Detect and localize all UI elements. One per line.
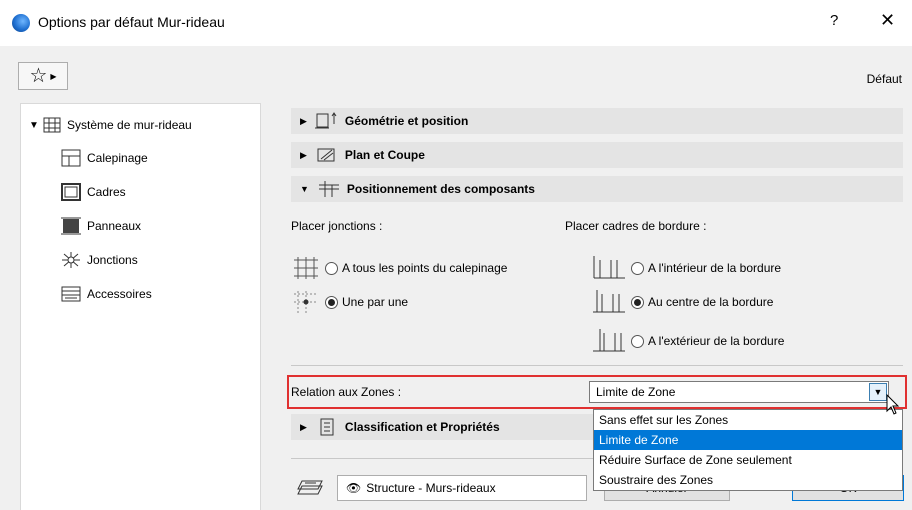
zones-relation-row: Relation aux Zones : Limite de Zone ▼ — [287, 375, 907, 409]
sidebar-item-cadres[interactable]: Cadres — [61, 181, 126, 203]
border-option-label: A l'extérieur de la bordure — [648, 334, 785, 348]
radio-outside-border[interactable] — [631, 334, 644, 348]
border-option-label: A l'intérieur de la bordure — [648, 261, 782, 275]
default-label: Défaut — [866, 72, 902, 86]
divider — [291, 365, 903, 366]
radio-all-points[interactable] — [325, 261, 338, 275]
zones-relation-value: Limite de Zone — [596, 385, 676, 399]
favorites-button[interactable]: ☆ ▶ — [18, 62, 68, 90]
layer-select[interactable]: 👁 Structure - Murs-rideaux — [337, 475, 587, 501]
junction-option-label: A tous les points du calepinage — [342, 261, 508, 275]
chevron-down-icon: ▼ — [29, 119, 39, 131]
geometry-icon — [314, 112, 337, 129]
section-positioning-title: Positionnement des composants — [346, 182, 535, 196]
radio-inside-border[interactable] — [631, 261, 644, 275]
window-title: Options par défaut Mur-rideau — [38, 14, 225, 30]
grid-scheme-icon — [61, 149, 81, 167]
eye-icon: 👁 — [346, 481, 362, 495]
close-button[interactable]: ✕ — [880, 10, 895, 31]
sidebar-item-label: Jonctions — [87, 253, 138, 267]
zones-relation-label: Relation aux Zones : — [291, 385, 402, 399]
triangle-right-icon: ▶ — [300, 115, 307, 126]
arrow-right-icon: ▶ — [50, 71, 57, 81]
junction-option-all[interactable]: A tous les points du calepinage — [291, 256, 507, 280]
frame-center-icon — [593, 290, 625, 313]
sidebar-item-panneaux[interactable]: Panneaux — [61, 215, 141, 237]
star-icon: ☆ — [29, 65, 48, 87]
sidebar-item-jonctions[interactable]: Jonctions — [61, 249, 138, 271]
zones-relation-dropdown: Sans effet sur les Zones Limite de Zone … — [593, 409, 903, 491]
radio-one-by-one[interactable] — [325, 295, 338, 309]
classification-icon — [320, 418, 334, 436]
sidebar-item-curtain-wall-system[interactable]: ▼ Système de mur-rideau — [29, 114, 192, 136]
frame-inside-icon — [593, 256, 625, 279]
mouse-cursor-icon — [886, 394, 900, 415]
frame-outside-icon — [593, 329, 625, 352]
border-option-inside[interactable]: A l'intérieur de la bordure — [591, 256, 781, 280]
section-plan[interactable]: ▶ Plan et Coupe — [291, 142, 903, 168]
border-option-outside[interactable]: A l'extérieur de la bordure — [591, 329, 784, 353]
sidebar-item-label: Panneaux — [87, 219, 142, 233]
plan-section-icon — [317, 148, 335, 162]
help-button[interactable]: ? — [830, 12, 838, 29]
layers-icon — [297, 480, 323, 495]
sidebar-item-label: Cadres — [87, 185, 126, 199]
all-junctions-icon — [294, 257, 318, 279]
title-bar: Options par défaut Mur-rideau ? ✕ — [0, 0, 912, 46]
section-geometry-title: Géométrie et position — [344, 114, 469, 128]
sidebar-item-label: Système de mur-rideau — [67, 118, 192, 132]
junction-option-label: Une par une — [342, 295, 409, 309]
sidebar-item-label: Calepinage — [87, 151, 148, 165]
dropdown-option[interactable]: Réduire Surface de Zone seulement — [594, 450, 902, 470]
sidebar-item-calepinage[interactable]: Calepinage — [61, 147, 148, 169]
single-junction-icon — [294, 291, 318, 313]
section-positioning[interactable]: ▼ Positionnement des composants — [291, 176, 903, 202]
curtain-wall-icon — [43, 117, 61, 133]
dropdown-option-selected[interactable]: Limite de Zone — [594, 430, 902, 450]
border-frames-label: Placer cadres de bordure : — [565, 219, 707, 233]
border-option-center[interactable]: Au centre de la bordure — [591, 290, 773, 314]
dropdown-option[interactable]: Soustraire des Zones — [594, 470, 902, 490]
section-geometry[interactable]: ▶ Géométrie et position — [291, 108, 903, 134]
positioning-icon — [318, 181, 339, 197]
triangle-right-icon: ▶ — [300, 421, 307, 432]
app-logo-icon — [12, 14, 30, 32]
panel-icon — [61, 217, 81, 235]
zones-relation-select[interactable]: Limite de Zone ▼ — [589, 381, 889, 403]
sidebar-item-accessoires[interactable]: Accessoires — [61, 283, 152, 305]
accessory-icon — [61, 286, 81, 302]
triangle-down-icon: ▼ — [300, 184, 309, 194]
dropdown-option[interactable]: Sans effet sur les Zones — [594, 410, 902, 430]
chevron-down-icon[interactable]: ▼ — [869, 383, 887, 401]
radio-center-border[interactable] — [631, 295, 644, 309]
section-plan-title: Plan et Coupe — [344, 148, 425, 162]
junction-option-one[interactable]: Une par une — [291, 290, 408, 314]
border-option-label: Au centre de la bordure — [648, 295, 774, 309]
junctions-label: Placer jonctions : — [291, 219, 383, 233]
sidebar: ▼ Système de mur-rideau Calepinage Cadre… — [20, 103, 261, 510]
triangle-right-icon: ▶ — [300, 149, 307, 160]
frame-icon — [61, 183, 81, 201]
sidebar-item-label: Accessoires — [87, 287, 152, 301]
layer-value: Structure - Murs-rideaux — [366, 481, 496, 495]
junction-icon — [62, 252, 80, 268]
section-classification-title: Classification et Propriétés — [344, 420, 500, 434]
